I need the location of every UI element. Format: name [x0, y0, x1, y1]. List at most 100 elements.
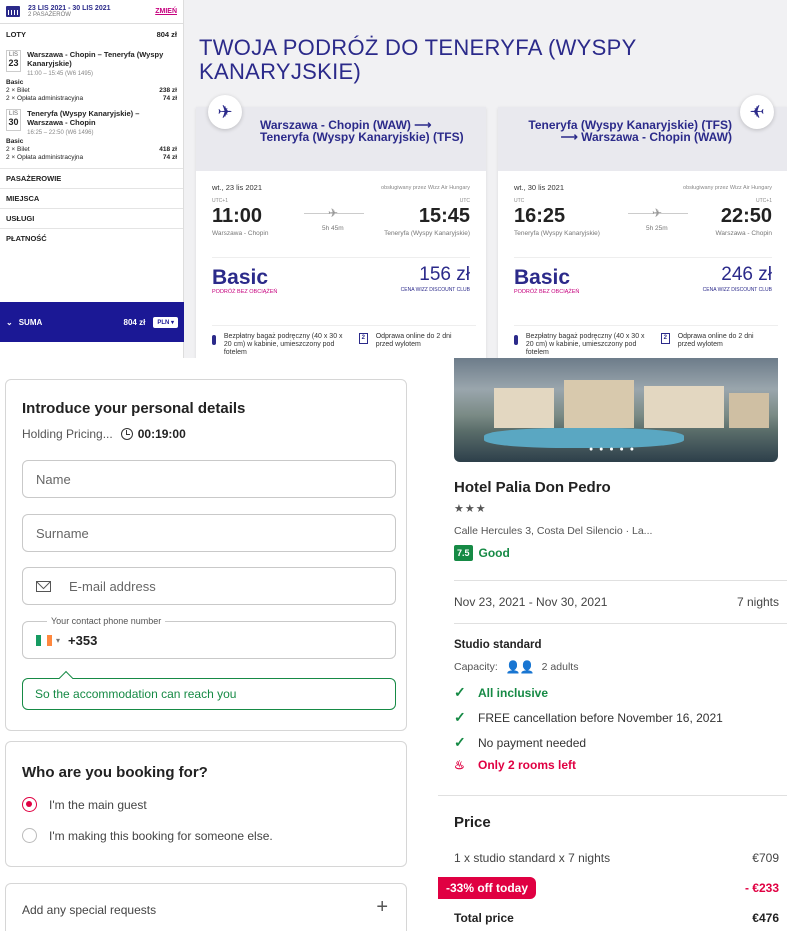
fare-price-note: CENA WIZZ DISCOUNT CLUB: [400, 287, 470, 293]
arrival-time: 22:50: [720, 205, 772, 227]
check-icon: ✓: [454, 734, 466, 750]
outbound-flight-card: ✈ Warszawa - Chopin (WAW) ⟶ Teneryfa (Wy…: [196, 95, 486, 358]
personal-details-card: Introduce your personal details Holding …: [5, 379, 407, 731]
price-line-total: Total price €476: [454, 911, 779, 925]
checkin-info: Odprawa online do 2 dni przed wylotem: [677, 333, 754, 348]
outbound-route: Warszawa - Chopin – Teneryfa (Wyspy Kana…: [27, 50, 164, 68]
flame-icon: ♨: [454, 758, 465, 772]
clock-icon: [120, 428, 133, 440]
fare-price-note: CENA WIZZ DISCOUNT CLUB: [702, 287, 772, 293]
departure-time: 16:25: [514, 205, 566, 227]
flights-section[interactable]: LOTY 804 zł: [0, 24, 183, 44]
radio-someone-else[interactable]: I'm making this booking for someone else…: [22, 828, 273, 843]
people-icon: 👤👤: [505, 660, 535, 674]
calendar-icon: [6, 6, 20, 17]
ireland-flag-icon[interactable]: [36, 634, 52, 646]
dep-timezone: UTC+1: [212, 198, 228, 204]
booking-for-title: Who are you booking for?: [22, 764, 208, 781]
fare-basic-option[interactable]: Basic PODRÓŻ BEZ OBCIĄŻEŃ 246 zł CENA WI…: [514, 257, 772, 297]
bag-info: Bezpłatny bagaż podręczny (40 x 30 x 20 …: [525, 333, 645, 356]
wizz-booking-panel: 23 LIS 2021 - 30 LIS 2021 2 PASAŻERÓW ZM…: [0, 0, 787, 358]
stay-dates: Nov 23, 2021 - Nov 30, 2021 7 nights: [454, 595, 779, 609]
chevron-down-icon: ⌄: [6, 317, 13, 327]
return-route: Teneryfa (Wyspy Kanaryjskie) – Warszawa …: [27, 109, 140, 127]
bag-icon: [212, 335, 216, 345]
total-sum-bar[interactable]: ⌄ SUMA 804 zł PLN ▾: [0, 302, 184, 342]
change-link[interactable]: ZMIEŃ: [155, 8, 177, 15]
calendar-icon: 2: [359, 333, 368, 344]
price-title: Price: [454, 814, 491, 831]
personal-details-title: Introduce your personal details: [22, 400, 246, 417]
feature-free-cancellation: ✓ FREE cancellation before November 16, 2…: [454, 709, 723, 725]
trip-dates: 23 LIS 2021 - 30 LIS 2021: [28, 5, 111, 12]
fare-price: 246 zł: [721, 264, 772, 285]
price-line-discount: -33% off today - €233: [438, 877, 779, 899]
plus-icon[interactable]: +: [376, 896, 388, 919]
outbound-price-breakdown: Basic 2 × Bilet 238 zł 2 × Opłata adminis…: [6, 79, 177, 102]
hotel-name[interactable]: Hotel Palia Don Pedro: [454, 479, 611, 496]
holding-label: Holding Pricing...: [22, 427, 113, 441]
feature-no-payment: ✓ No payment needed: [454, 734, 587, 750]
arr-timezone: UTC+1: [756, 198, 772, 204]
carousel-dots[interactable]: ● ● ● ● ●: [589, 446, 636, 453]
check-icon: ✓: [454, 684, 466, 700]
sidebar-section-passengers[interactable]: PASAŻEROWIE: [0, 168, 183, 188]
hotel-summary-panel: ● ● ● ● ● Hotel Palia Don Pedro ★★★ Call…: [438, 358, 787, 931]
outbound-card-route: Warszawa - Chopin (WAW) ⟶ Teneryfa (Wysp…: [260, 118, 464, 144]
outbound-flight-summary: LIS 23 Warszawa - Chopin – Teneryfa (Wysp…: [0, 44, 183, 79]
feature-all-inclusive: ✓ All inclusive: [454, 684, 549, 700]
return-date-box: LIS 30: [6, 109, 22, 131]
calendar-icon: 2: [661, 333, 670, 344]
outbound-operator: obsługiwany przez Wizz Air Hungary: [381, 185, 470, 191]
plane-icon: ✈: [652, 206, 663, 220]
dep-city: Teneryfa (Wyspy Kanaryjskie): [514, 230, 600, 237]
sidebar-section-services[interactable]: USŁUGI: [0, 208, 183, 228]
phone-code: +353: [68, 632, 98, 648]
name-field[interactable]: Name: [22, 460, 396, 498]
bag-icon: [514, 335, 518, 345]
holding-pricing: Holding Pricing... 00:19:00: [22, 427, 245, 441]
discount-badge: -33% off today: [438, 877, 537, 899]
rooms-left-alert: ♨ Only 2 rooms left: [454, 758, 577, 772]
guest-details-panel: Introduce your personal details Holding …: [0, 358, 420, 931]
sidebar-section-seats[interactable]: MIEJSCA: [0, 188, 183, 208]
radio-main-guest[interactable]: I'm the main guest: [22, 797, 147, 812]
dep-city: Warszawa - Chopin: [212, 230, 269, 237]
country-dropdown-icon[interactable]: ▾: [56, 636, 60, 645]
room-type: Studio standard: [454, 639, 542, 651]
check-icon: ✓: [454, 709, 466, 725]
plane-return-icon: ✈: [740, 95, 774, 129]
special-requests-card[interactable]: Add any special requests +: [5, 883, 407, 931]
arr-city: Warszawa - Chopin: [715, 230, 772, 237]
return-card-route: Teneryfa (Wyspy Kanaryjskie) (TFS) ⟶ War…: [528, 118, 732, 144]
sum-label: SUMA: [18, 317, 43, 327]
fare-basic-option[interactable]: Basic PODRÓŻ BEZ OBCIĄŻEŃ 156 zł CENA WI…: [212, 257, 470, 297]
flights-total: 804 zł: [156, 29, 177, 39]
phone-label: Your contact phone number: [47, 616, 166, 626]
special-requests-label: Add any special requests: [22, 903, 157, 917]
bag-info: Bezpłatny bagaż podręczny (40 x 30 x 20 …: [223, 333, 343, 356]
duration: 5h 25m: [646, 225, 668, 232]
trip-summary-header: 23 LIS 2021 - 30 LIS 2021 2 PASAŻERÓW ZM…: [0, 0, 183, 24]
hotel-photo-carousel[interactable]: ● ● ● ● ●: [454, 358, 778, 462]
hotel-address: Calle Hercules 3, Costa Del Silencio · L…: [454, 525, 653, 537]
dep-timezone: UTC: [514, 198, 525, 204]
plane-icon: ✈: [328, 206, 339, 220]
email-field[interactable]: E-mail address: [22, 567, 396, 605]
sidebar-section-payment[interactable]: PŁATNOŚĆ: [0, 228, 183, 248]
departure-time: 11:00: [212, 205, 263, 227]
return-flight-card: Teneryfa (Wyspy Kanaryjskie) (TFS) ⟶ War…: [498, 95, 787, 358]
return-operator: obsługiwany przez Wizz Air Hungary: [683, 185, 772, 191]
surname-field[interactable]: Surname: [22, 514, 396, 552]
currency-select[interactable]: PLN ▾: [153, 316, 178, 328]
capacity: Capacity: 👤👤 2 adults: [454, 660, 579, 674]
star-rating-icon: ★★★: [454, 503, 487, 515]
return-flight-summary: LIS 30 Teneryfa (Wyspy Kanaryjskie) – War…: [0, 103, 183, 138]
plane-departure-icon: ✈: [208, 95, 242, 129]
flights-label: LOTY: [6, 29, 26, 39]
envelope-icon: [36, 580, 51, 592]
sum-value: 804 zł: [123, 317, 146, 327]
checkin-info: Odprawa online do 2 dni przed wylotem: [375, 333, 452, 348]
review-score: 7.5 Good: [454, 545, 510, 561]
phone-field[interactable]: Your contact phone number ▾ +353: [22, 616, 396, 659]
